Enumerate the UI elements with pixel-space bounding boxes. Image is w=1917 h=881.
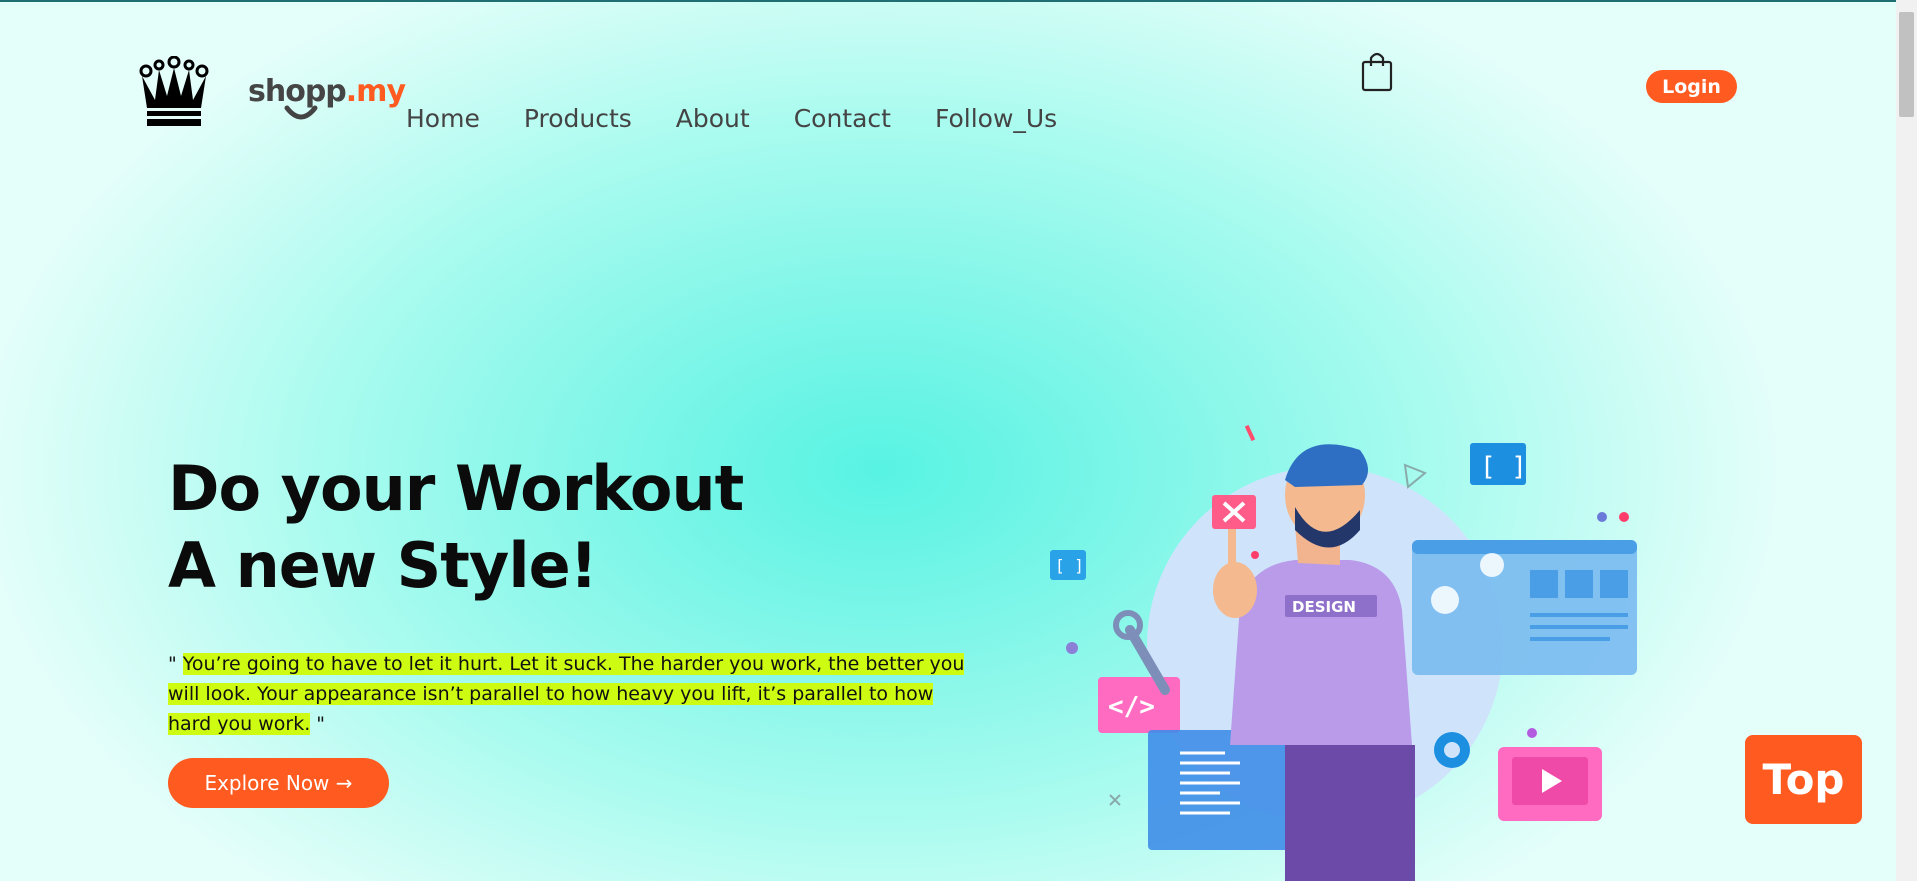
svg-text:[ ]: [ ] bbox=[1055, 556, 1084, 575]
nav-home[interactable]: Home bbox=[406, 104, 480, 138]
brand-wordmark: shopp.my bbox=[248, 74, 406, 109]
login-button[interactable]: Login bbox=[1646, 70, 1737, 103]
hero-title: Do your Workout A new Style! bbox=[168, 450, 744, 604]
svg-text:[ ]: [ ] bbox=[1480, 452, 1527, 482]
nav-follow-us[interactable]: Follow_Us bbox=[935, 104, 1057, 138]
quote-close-mark: " bbox=[310, 713, 326, 735]
hero-quote: " You’re going to have to let it hurt. L… bbox=[168, 649, 968, 739]
smile-icon bbox=[284, 105, 318, 120]
nav-about[interactable]: About bbox=[676, 104, 750, 138]
main-nav: Home Products About Contact Follow_Us bbox=[406, 104, 1057, 138]
quote-text: You’re going to have to let it hurt. Let… bbox=[168, 653, 965, 735]
quote-open-mark: " bbox=[168, 653, 183, 675]
shopping-bag-icon[interactable] bbox=[1360, 50, 1394, 92]
hero-title-line2: A new Style! bbox=[168, 529, 598, 602]
explore-now-button[interactable]: Explore Now → bbox=[168, 758, 389, 808]
page-scrollbar[interactable] bbox=[1896, 0, 1917, 881]
person-torso bbox=[1230, 560, 1412, 745]
nav-contact[interactable]: Contact bbox=[794, 104, 891, 138]
brand-logo[interactable]: shopp.my bbox=[248, 74, 406, 134]
nav-products[interactable]: Products bbox=[524, 104, 632, 138]
window-top-border bbox=[0, 0, 1917, 2]
scrollbar-thumb[interactable] bbox=[1899, 12, 1914, 117]
document-icon bbox=[1148, 730, 1293, 850]
hero-title-line1: Do your Workout bbox=[168, 452, 744, 525]
back-to-top-button[interactable]: Top bbox=[1745, 735, 1862, 824]
brand-part2: .my bbox=[345, 74, 406, 109]
design-badge: DESIGN bbox=[1292, 598, 1356, 616]
crown-logo-icon[interactable] bbox=[137, 56, 211, 128]
hero-illustration: [ ] [ ] </> DESIGN bbox=[1050, 424, 1637, 881]
svg-text:</>: </> bbox=[1108, 692, 1155, 722]
